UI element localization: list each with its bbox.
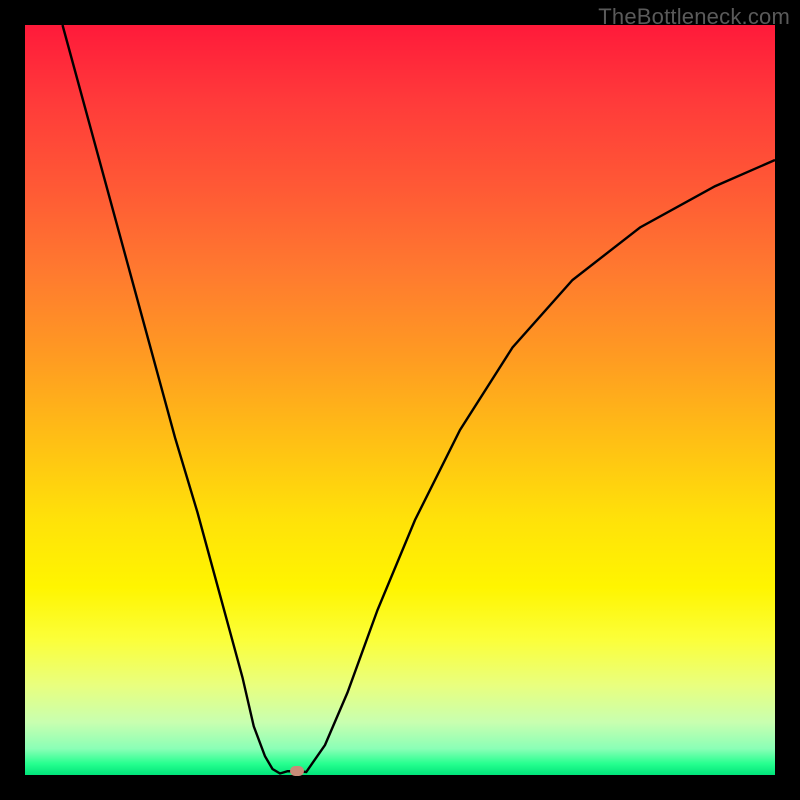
plot-area bbox=[25, 25, 775, 775]
chart-frame: TheBottleneck.com bbox=[0, 0, 800, 800]
bottleneck-curve-svg bbox=[25, 25, 775, 775]
watermark-text: TheBottleneck.com bbox=[598, 4, 790, 30]
bottleneck-curve-path bbox=[63, 25, 776, 774]
optimal-point-marker bbox=[290, 766, 304, 776]
